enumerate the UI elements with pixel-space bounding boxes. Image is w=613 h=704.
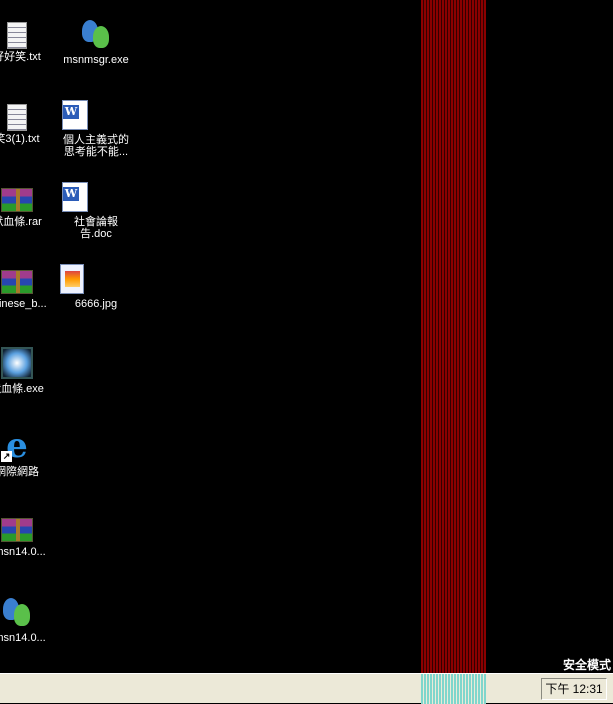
desktop-icon-doc2[interactable]: W 社會論報告.doc: [56, 182, 136, 240]
safe-mode-label: 安全模式: [562, 658, 611, 672]
text-file-icon: [7, 22, 27, 49]
windows-live-messenger-icon: [1, 596, 33, 628]
taskbar: 下午 12:31: [0, 673, 613, 704]
desktop-icon-msnmsgr[interactable]: msnmsgr.exe: [56, 18, 136, 66]
wallpaper-stripe: [421, 0, 486, 673]
desktop-icon-jpg[interactable]: 6666.jpg: [56, 264, 136, 310]
desktop-icon-doc1[interactable]: W 個人主義式的思考能不能...: [56, 100, 136, 158]
shortcut-arrow-icon: ↗: [1, 451, 12, 462]
taskbar-stripe: [421, 674, 486, 704]
desktop-icon-txt1[interactable]: 好好笑.txt: [0, 20, 57, 63]
winrar-archive-icon: [1, 188, 33, 212]
desktop-icon-rar3[interactable]: emsn14.0...: [0, 514, 57, 558]
desktop-icon-txt2[interactable]: 笑3(1).txt: [0, 102, 57, 145]
msn-messenger-icon: [80, 18, 112, 50]
game-exe-icon: [1, 347, 33, 379]
system-clock[interactable]: 下午 12:31: [541, 678, 607, 700]
winrar-archive-icon: [1, 270, 33, 294]
text-file-icon: [7, 104, 27, 131]
winrar-archive-icon: [1, 518, 33, 542]
internet-explorer-icon: e ↗: [1, 426, 28, 466]
desktop-icon-rar2[interactable]: chinese_b...: [0, 266, 57, 310]
desktop-icon-live-messenger[interactable]: emsn14.0...: [0, 596, 57, 644]
desktop-icon-game-exe[interactable]: 默血條.exe: [0, 347, 57, 395]
word-document-icon: W: [62, 182, 88, 212]
word-document-icon: W: [62, 100, 88, 130]
desktop-icon-rar1[interactable]: 默血條.rar: [0, 184, 57, 228]
desktop-icon-internet[interactable]: e ↗ 網際網路: [0, 426, 57, 478]
image-file-icon: [60, 264, 84, 294]
